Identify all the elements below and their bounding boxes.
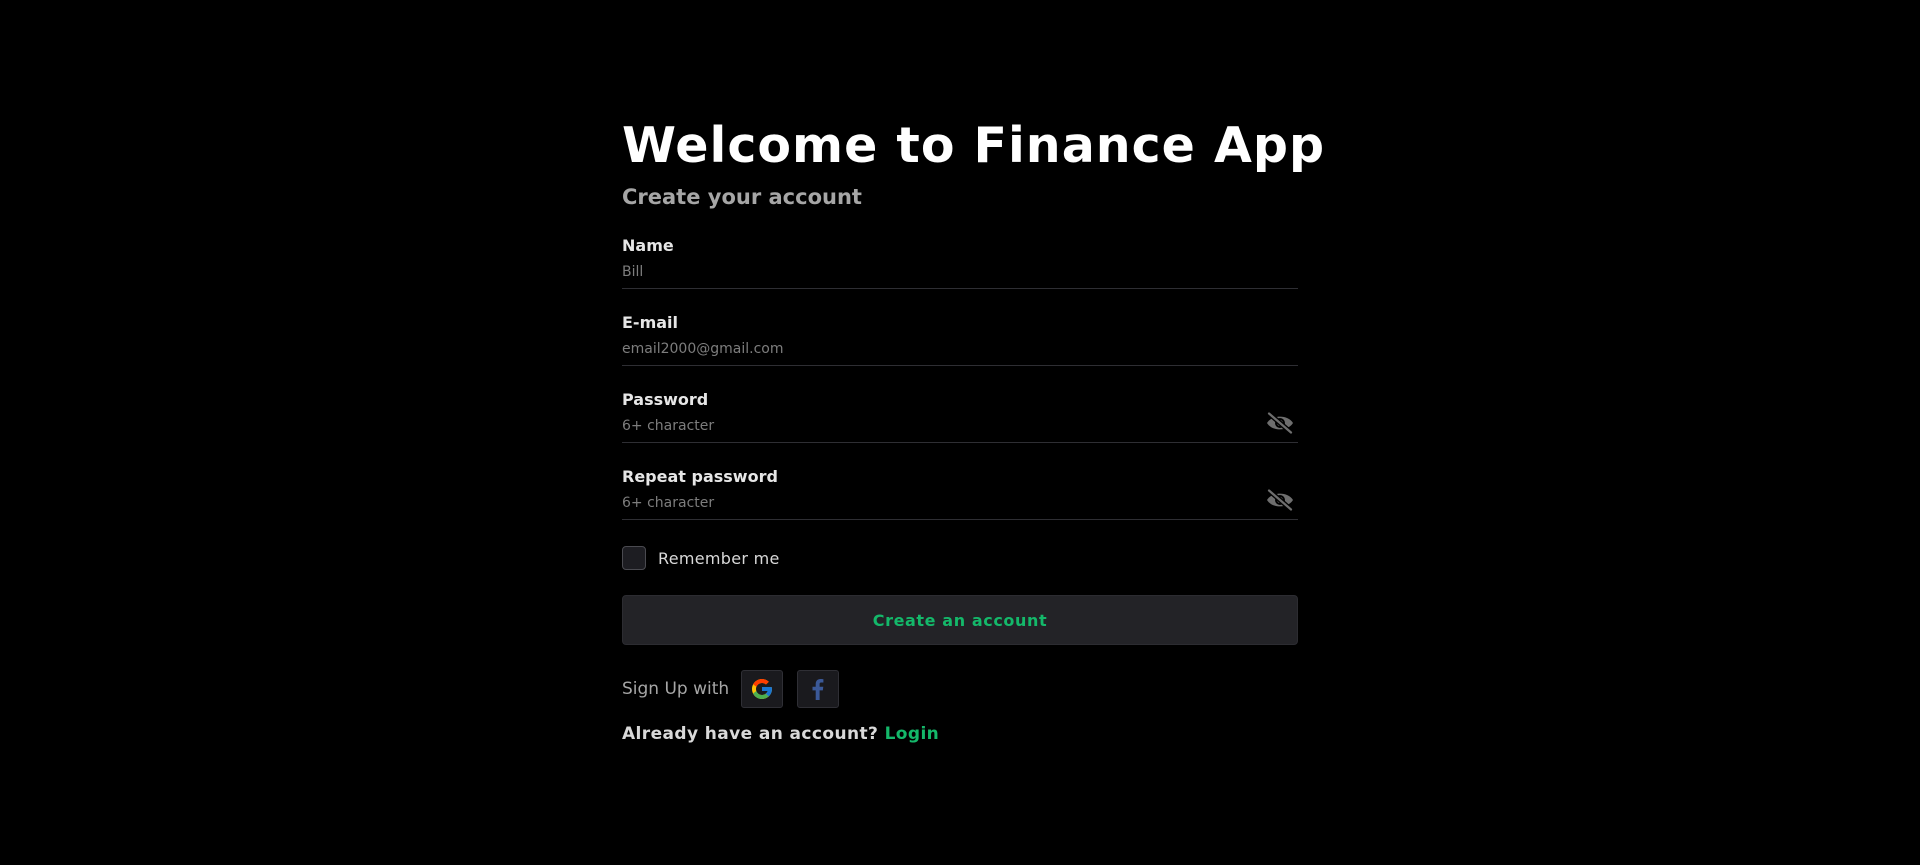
facebook-signup-button[interactable]: [797, 670, 840, 708]
google-icon: [752, 679, 773, 699]
login-prompt-row: Already have an account? Login: [622, 724, 1298, 744]
email-label: E-mail: [622, 313, 679, 332]
remember-me-row: Remember me: [622, 544, 1298, 572]
name-input[interactable]: [622, 261, 1242, 283]
password-field-group: Password: [622, 388, 1298, 443]
repeat-password-input[interactable]: [622, 492, 1242, 514]
login-link[interactable]: Login: [885, 724, 940, 744]
repeat-password-label: Repeat password: [622, 467, 778, 486]
email-input[interactable]: [622, 338, 1242, 360]
eye-slash-icon[interactable]: [1264, 487, 1296, 513]
repeat-password-field-group: Repeat password: [622, 465, 1298, 520]
create-account-button[interactable]: Create an account: [622, 595, 1298, 645]
signup-form: Welcome to Finance App Create your accou…: [622, 110, 1326, 744]
social-signup-row: Sign Up with: [622, 669, 1298, 709]
name-field-group: Name: [622, 234, 1298, 289]
page-title: Welcome to Finance App: [622, 117, 1326, 174]
sign-up-with-label: Sign Up with: [622, 679, 730, 699]
password-label: Password: [622, 390, 709, 409]
email-field-group: E-mail: [622, 311, 1298, 366]
google-signup-button[interactable]: [741, 670, 784, 708]
facebook-icon: [812, 679, 824, 700]
remember-me-label[interactable]: Remember me: [658, 549, 780, 568]
name-label: Name: [622, 236, 674, 255]
login-prompt-text: Already have an account?: [622, 724, 879, 744]
remember-me-checkbox[interactable]: [622, 546, 646, 570]
password-input[interactable]: [622, 415, 1242, 437]
page-subtitle: Create your account: [622, 185, 862, 209]
eye-slash-icon[interactable]: [1264, 410, 1296, 436]
